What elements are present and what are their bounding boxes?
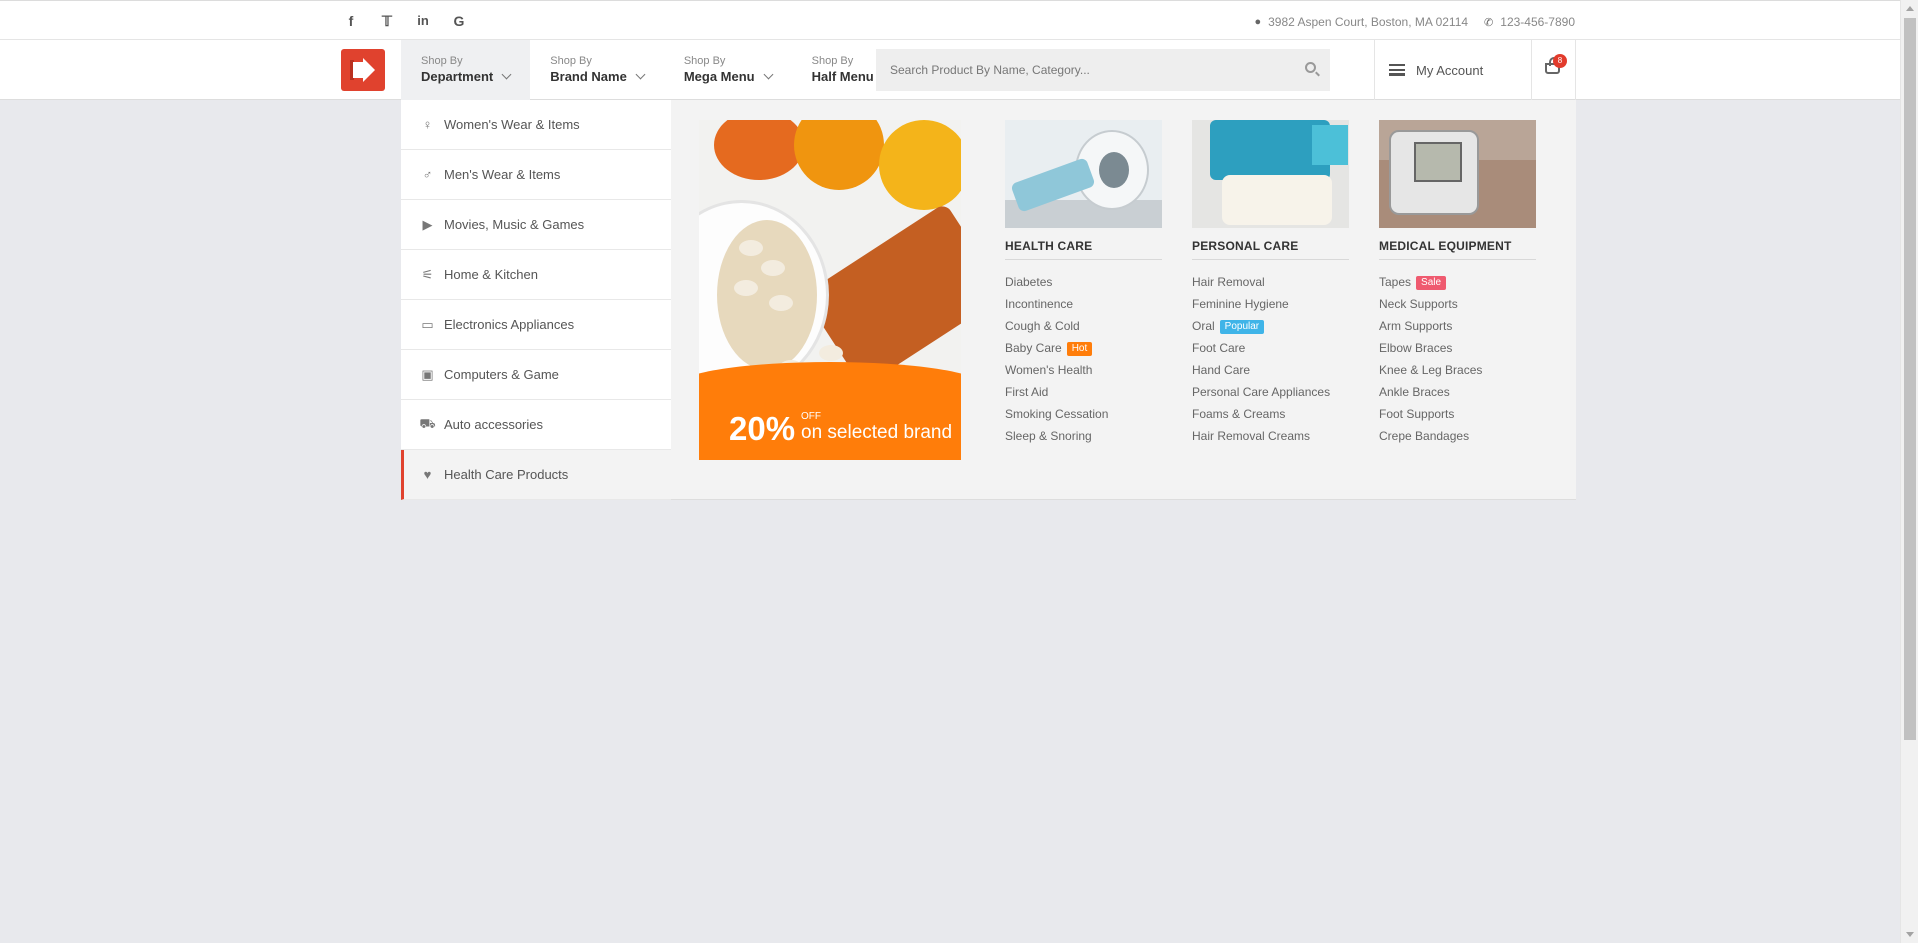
- category-health-care: HEALTH CARE Diabetes Incontinence Cough …: [1005, 120, 1162, 447]
- category-links: Tapes Sale Neck Supports Arm Supports Elb…: [1379, 271, 1536, 447]
- category-personal-care: PERSONAL CARE Hair Removal Feminine Hygi…: [1192, 120, 1349, 447]
- category-title[interactable]: HEALTH CARE: [1005, 239, 1162, 260]
- category-link[interactable]: Smoking Cessation: [1005, 403, 1162, 425]
- category-link[interactable]: Neck Supports: [1379, 293, 1536, 315]
- category-link[interactable]: Incontinence: [1005, 293, 1162, 315]
- my-account-button[interactable]: My Account: [1374, 40, 1532, 100]
- category-link[interactable]: Tapes Sale: [1379, 271, 1536, 293]
- logo[interactable]: [341, 49, 385, 91]
- category-link[interactable]: Ankle Braces: [1379, 381, 1536, 403]
- department-item-movies-music-games[interactable]: ▶ Movies, Music & Games: [401, 200, 671, 250]
- linkedin-icon[interactable]: in: [405, 13, 441, 30]
- phone-icon: ✆: [1484, 16, 1494, 29]
- department-list: ♀ Women's Wear & Items ♂ Men's Wear & It…: [401, 100, 671, 500]
- category-link[interactable]: Sleep & Snoring: [1005, 425, 1162, 447]
- scroll-down-icon[interactable]: [1906, 932, 1914, 937]
- monitor-icon: ▭: [421, 316, 434, 332]
- hot-badge: Hot: [1066, 342, 1093, 356]
- promo-text: on selected brand: [801, 422, 953, 443]
- category-link[interactable]: Personal Care Appliances: [1192, 381, 1349, 403]
- search-icon[interactable]: [1305, 62, 1316, 73]
- promo-banner[interactable]: 20% OFF on selected brand: [699, 120, 961, 460]
- category-link[interactable]: Hand Care: [1192, 359, 1349, 381]
- search-input[interactable]: [876, 49, 1276, 91]
- cart-button[interactable]: 8: [1532, 40, 1576, 100]
- nav-shop-by-mega-menu[interactable]: Shop By Mega Menu: [664, 40, 792, 100]
- category-medical-equipment: MEDICAL EQUIPMENT Tapes Sale Neck Support…: [1379, 120, 1536, 447]
- category-link[interactable]: Hair Removal: [1192, 271, 1349, 293]
- department-item-computers-game[interactable]: ▣ Computers & Game: [401, 350, 671, 400]
- nav-shop-by-brand[interactable]: Shop By Brand Name: [530, 40, 664, 100]
- category-link[interactable]: Crepe Bandages: [1379, 425, 1536, 447]
- car-icon: ⛟: [419, 415, 436, 431]
- category-links: Diabetes Incontinence Cough & Cold Baby …: [1005, 271, 1162, 447]
- phone-text: 123-456-7890: [1500, 15, 1575, 29]
- department-item-mens-wear[interactable]: ♂ Men's Wear & Items: [401, 150, 671, 200]
- vertical-scrollbar[interactable]: [1900, 0, 1918, 943]
- category-link[interactable]: First Aid: [1005, 381, 1162, 403]
- category-link[interactable]: Elbow Braces: [1379, 337, 1536, 359]
- category-link[interactable]: Cough & Cold: [1005, 315, 1162, 337]
- department-item-health-care[interactable]: ♥ Health Care Products: [401, 450, 671, 500]
- contact-info: ● 3982 Aspen Court, Boston, MA 02114 ✆ 1…: [1254, 15, 1575, 29]
- promo-percent: 20%: [729, 410, 796, 447]
- category-link[interactable]: Oral Popular: [1192, 315, 1349, 337]
- category-link[interactable]: Baby Care Hot: [1005, 337, 1162, 359]
- category-link[interactable]: Foot Supports: [1379, 403, 1536, 425]
- map-marker-icon: ●: [1254, 16, 1262, 28]
- category-link[interactable]: Women's Health: [1005, 359, 1162, 381]
- scroll-up-icon[interactable]: [1906, 6, 1914, 11]
- play-icon: ▶: [422, 216, 433, 232]
- main-nav: Shop By Department Shop By Brand Name Sh…: [401, 40, 911, 100]
- department-dropdown: ♀ Women's Wear & Items ♂ Men's Wear & It…: [401, 100, 1576, 500]
- department-item-auto-accessories[interactable]: ⛟ Auto accessories: [401, 400, 671, 450]
- category-link[interactable]: Hair Removal Creams: [1192, 425, 1349, 447]
- category-link[interactable]: Foams & Creams: [1192, 403, 1349, 425]
- chevron-down-icon: [635, 69, 646, 80]
- department-item-electronics[interactable]: ▭ Electronics Appliances: [401, 300, 671, 350]
- blood-pressure-monitor-image[interactable]: [1379, 120, 1536, 228]
- address-text: 3982 Aspen Court, Boston, MA 02114: [1268, 15, 1469, 29]
- department-item-womens-wear[interactable]: ♀ Women's Wear & Items: [401, 100, 671, 150]
- chevron-down-icon: [763, 69, 774, 80]
- twitter-icon[interactable]: 𝕋: [369, 13, 405, 30]
- category-link[interactable]: Diabetes: [1005, 271, 1162, 293]
- search-box: [876, 49, 1330, 91]
- category-link[interactable]: Foot Care: [1192, 337, 1349, 359]
- category-links: Hair Removal Feminine Hygiene Oral Popula…: [1192, 271, 1349, 447]
- category-link[interactable]: Arm Supports: [1379, 315, 1536, 337]
- category-link[interactable]: Knee & Leg Braces: [1379, 359, 1536, 381]
- sale-badge: Sale: [1416, 276, 1447, 290]
- top-bar: f 𝕋 in G ● 3982 Aspen Court, Boston, MA …: [0, 0, 1900, 40]
- menu-icon: [1389, 64, 1405, 76]
- mri-machine-image[interactable]: [1005, 120, 1162, 228]
- cart-count-badge: 8: [1553, 54, 1567, 68]
- nav-shop-by-department[interactable]: Shop By Department: [401, 40, 531, 100]
- department-item-home-kitchen[interactable]: ⚟ Home & Kitchen: [401, 250, 671, 300]
- laptop-icon: ▣: [421, 366, 434, 382]
- heartbeat-icon: ♥: [423, 467, 432, 482]
- my-account-label: My Account: [1416, 62, 1484, 78]
- man-icon: ♂: [422, 167, 433, 182]
- facebook-icon[interactable]: f: [333, 13, 369, 30]
- category-title[interactable]: MEDICAL EQUIPMENT: [1379, 239, 1536, 260]
- chevron-down-icon: [501, 69, 512, 80]
- social-links: f 𝕋 in G: [333, 13, 477, 30]
- scrollbar-thumb[interactable]: [1904, 18, 1916, 740]
- main-header: Shop By Department Shop By Brand Name Sh…: [0, 40, 1900, 100]
- woman-icon: ♀: [422, 117, 433, 132]
- cutlery-icon: ⚟: [421, 266, 434, 282]
- promo-off: OFF: [801, 411, 821, 422]
- category-link[interactable]: Feminine Hygiene: [1192, 293, 1349, 315]
- google-icon[interactable]: G: [441, 13, 477, 30]
- personal-care-image[interactable]: [1192, 120, 1349, 228]
- category-title[interactable]: PERSONAL CARE: [1192, 239, 1349, 260]
- popular-badge: Popular: [1219, 320, 1265, 334]
